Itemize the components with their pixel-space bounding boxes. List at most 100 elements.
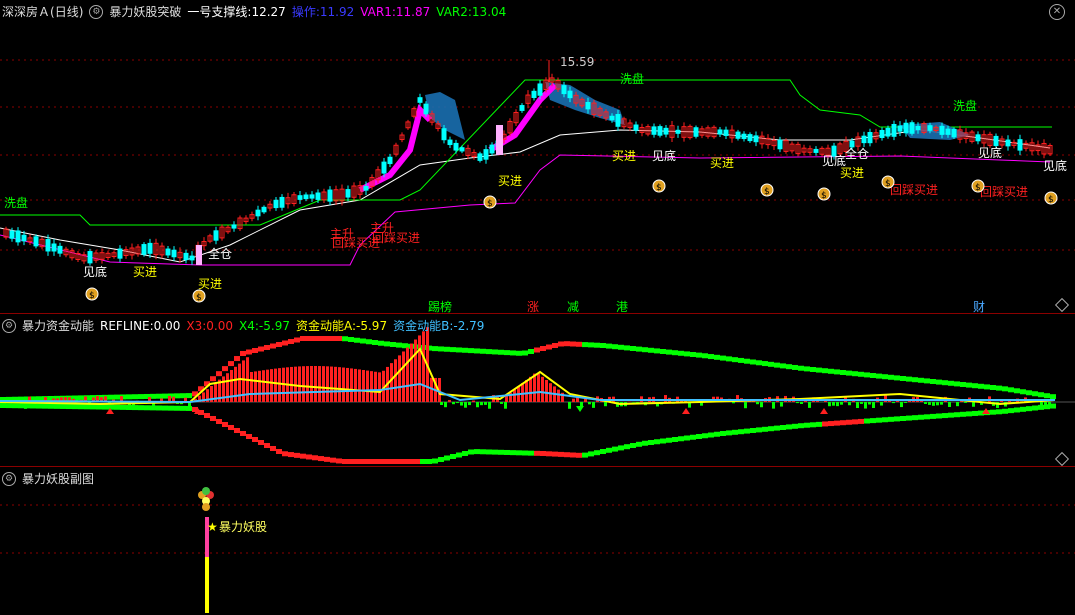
histogram-bar <box>298 366 301 402</box>
histogram-bar <box>744 402 747 409</box>
upper-envelope <box>636 346 642 352</box>
bottom-label: 见底 <box>1043 158 1067 173</box>
lower-envelope <box>48 403 54 409</box>
lower-envelope <box>600 449 606 454</box>
upper-envelope <box>972 383 978 389</box>
fund-momentum-chart[interactable] <box>0 314 1075 466</box>
upper-envelope <box>354 337 360 343</box>
lower-envelope <box>696 434 702 439</box>
lower-envelope <box>924 414 930 420</box>
lower-envelope <box>870 418 876 424</box>
lower-envelope <box>930 413 936 419</box>
upper-envelope <box>756 360 762 366</box>
candle <box>615 114 621 127</box>
upper-envelope <box>1026 390 1032 396</box>
lower-envelope <box>720 431 726 436</box>
candle <box>879 129 885 139</box>
histogram-bar <box>468 402 471 406</box>
upper-envelope <box>210 376 216 382</box>
fund-a-value: -5.97 <box>356 319 388 333</box>
lower-envelope <box>378 459 384 464</box>
lower-envelope <box>240 431 246 436</box>
signal-ball-icon <box>202 503 210 511</box>
lower-envelope <box>606 447 612 453</box>
lower-envelope <box>678 436 684 442</box>
upper-envelope <box>498 349 504 355</box>
settings-icon[interactable]: ⚙ <box>2 472 16 486</box>
lower-envelope <box>402 459 408 464</box>
buy-label: 买进 <box>498 174 522 188</box>
candlestick-chart[interactable]: 15.59洗盘洗盘洗盘买进买进买进买进 买进买进见底见底 见底见底见底全仓全仓主升主… <box>0 0 1075 313</box>
indicator-name: 暴力妖股副图 <box>22 472 95 486</box>
upper-envelope <box>702 353 708 359</box>
lower-envelope <box>432 458 438 464</box>
histogram-bar <box>366 370 369 402</box>
histogram-bar <box>370 371 373 402</box>
demon-stock-chart[interactable]: ★ 暴力妖股 <box>0 467 1075 615</box>
lower-envelope <box>108 404 114 410</box>
histogram-bar <box>294 366 297 402</box>
lower-envelope <box>876 417 882 423</box>
lower-envelope <box>210 416 216 421</box>
histogram-bar <box>406 347 409 402</box>
upper-envelope <box>240 351 246 356</box>
high-price-label: 15.59 <box>560 55 594 69</box>
upper-envelope <box>888 374 894 380</box>
upper-envelope <box>306 336 312 341</box>
histogram-bar <box>592 402 595 408</box>
upper-envelope <box>1032 391 1038 397</box>
histogram-bar <box>398 355 401 402</box>
upper-envelope <box>450 347 456 353</box>
candle <box>489 144 495 154</box>
lower-envelope <box>588 451 594 457</box>
event-marker: 减 <box>567 300 579 313</box>
histogram-bar <box>568 402 571 409</box>
settings-icon[interactable]: ⚙ <box>2 319 16 333</box>
histogram-bar <box>868 402 871 405</box>
lower-envelope <box>306 454 312 460</box>
candle <box>9 230 15 239</box>
var2-label: VAR2: <box>436 5 472 19</box>
fund-momentum-panel[interactable]: ⚙ 暴力资金动能 REFLINE: 0.00 X3: 0.00 X4: -5.9… <box>0 314 1075 467</box>
upper-envelope <box>162 393 168 399</box>
support-label: 一号支撑线: <box>187 5 252 19</box>
settings-icon[interactable]: ⚙ <box>89 5 104 19</box>
upper-envelope <box>318 336 324 341</box>
histogram-bar <box>533 373 536 402</box>
upper-envelope <box>936 379 942 385</box>
upper-envelope <box>342 336 348 342</box>
upper-envelope <box>252 348 258 353</box>
lower-envelope <box>990 409 996 415</box>
candle <box>345 189 351 198</box>
upper-envelope <box>948 380 954 386</box>
bottom-label: 见底 <box>83 264 107 279</box>
upper-envelope <box>864 372 870 378</box>
upper-envelope <box>330 336 336 341</box>
lower-envelope <box>444 455 450 461</box>
lower-envelope <box>918 414 924 420</box>
lower-envelope <box>852 419 858 425</box>
lower-envelope <box>642 440 648 446</box>
lower-envelope <box>1008 408 1014 414</box>
lower-envelope <box>30 403 36 409</box>
upper-envelope <box>156 393 162 399</box>
lower-envelope <box>1026 406 1032 412</box>
lower-envelope <box>336 458 342 464</box>
upper-envelope <box>750 359 756 365</box>
upper-envelope <box>780 363 786 369</box>
histogram-bar <box>892 402 895 404</box>
demon-stock-panel[interactable]: ★ 暴力妖股 ⚙ 暴力妖股副图 <box>0 467 1075 615</box>
buy-label: 买进 <box>133 265 157 279</box>
histogram-bar <box>964 402 967 403</box>
lower-envelope <box>900 416 906 421</box>
candle <box>309 194 315 199</box>
lower-envelope <box>552 451 558 457</box>
candle <box>861 135 867 144</box>
demon-stock-label: 暴力妖股 <box>219 520 267 534</box>
event-marker: 港 <box>616 300 628 313</box>
main-chart-panel[interactable]: 15.59 洗盘 洗盘 洗盘 买进 买进 买进 买进 买进 买进 见底 见底 见底 见底 见底 全仓 全仓 主升主… <box>0 0 1075 313</box>
lower-envelope <box>366 459 372 464</box>
upper-envelope <box>588 342 594 348</box>
upper-envelope <box>648 347 654 353</box>
close-icon[interactable]: ✕ <box>1049 4 1065 20</box>
